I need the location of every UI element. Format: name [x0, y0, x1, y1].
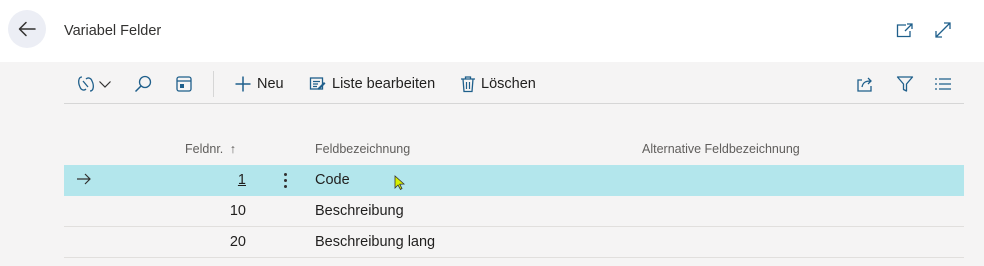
new-button-label: Neu	[257, 76, 284, 92]
toggle-layout-button[interactable]	[175, 72, 193, 96]
filter-icon	[896, 76, 914, 92]
edit-list-button-label: Liste bearbeiten	[332, 76, 436, 92]
copilot-menu-button[interactable]	[76, 72, 112, 96]
back-button[interactable]	[8, 10, 46, 48]
open-new-window-button[interactable]	[895, 20, 915, 40]
search-icon	[134, 75, 152, 93]
trash-icon	[461, 76, 475, 93]
chevron-down-icon	[99, 81, 111, 88]
cell-name[interactable]: Code	[315, 172, 350, 188]
delete-button[interactable]: Löschen	[460, 72, 536, 96]
page-title: Variabel Felder	[64, 23, 162, 39]
table-row[interactable]: 10 Beschreibung	[64, 196, 964, 227]
cell-name[interactable]: Beschreibung	[315, 203, 404, 219]
column-header-number[interactable]: Feldnr. ↑	[185, 142, 236, 156]
delete-button-label: Löschen	[481, 76, 536, 92]
edit-list-button[interactable]: Liste bearbeiten	[309, 72, 435, 96]
list-view-icon	[935, 78, 951, 90]
new-button[interactable]: Neu	[234, 72, 284, 96]
page-header: Variabel Felder	[0, 0, 984, 62]
expand-button[interactable]	[933, 20, 953, 40]
share-icon	[857, 77, 872, 92]
action-bar: Neu Liste bearbeiten Löschen	[64, 64, 964, 104]
row-selected-arrow-icon	[77, 173, 91, 185]
cell-name[interactable]: Beschreibung lang	[315, 234, 435, 250]
list-view-button[interactable]	[934, 72, 952, 96]
expand-diagonal-icon	[935, 22, 951, 38]
table-row[interactable]: 1 Code	[64, 165, 964, 196]
sort-ascending-icon: ↑	[229, 142, 236, 156]
arrow-left-icon	[18, 21, 36, 37]
cell-number[interactable]: 1	[238, 172, 246, 188]
mouse-cursor-icon	[394, 175, 405, 190]
column-header-alt-name[interactable]: Alternative Feldbezeichnung	[642, 142, 800, 156]
toolbar-separator	[213, 71, 214, 97]
filter-button[interactable]	[896, 72, 914, 96]
cell-number[interactable]: 10	[230, 203, 246, 219]
open-in-new-window-icon	[896, 23, 913, 38]
layout-icon	[176, 76, 192, 92]
share-button[interactable]	[856, 72, 874, 96]
plus-icon	[235, 76, 251, 92]
search-button[interactable]	[134, 72, 152, 96]
column-header-number-label: Feldnr.	[185, 142, 224, 156]
edit-list-icon	[309, 77, 326, 90]
table-row[interactable]: 20 Beschreibung lang	[64, 227, 964, 258]
row-actions-menu-button[interactable]	[281, 170, 289, 190]
cell-number[interactable]: 20	[230, 234, 246, 250]
copilot-icon	[78, 76, 94, 92]
column-header-name[interactable]: Feldbezeichnung	[315, 142, 410, 156]
